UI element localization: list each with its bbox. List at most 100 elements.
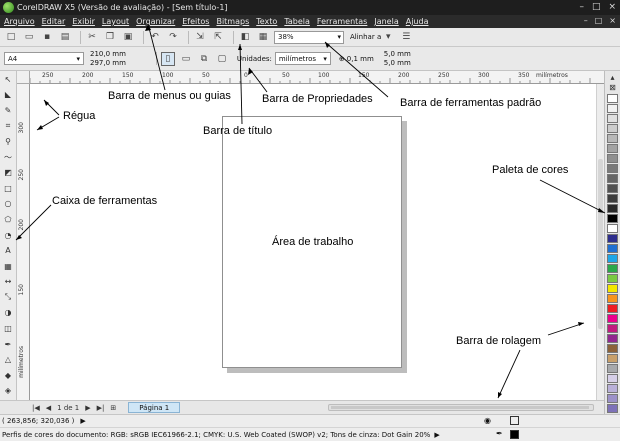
color-swatch[interactable] [607,244,618,253]
color-swatch[interactable] [607,114,618,123]
chevron-up-icon[interactable]: ▴ [606,73,619,82]
color-swatch[interactable] [607,304,618,313]
snap-to-dropdown[interactable]: Alinhar a [350,33,381,41]
pick-tool-icon[interactable]: ↖ [2,73,15,86]
doc-minimize-button[interactable]: – [584,16,588,25]
portrait-icon[interactable]: ▯ [160,51,175,66]
paste-icon[interactable]: ▣ [121,30,135,44]
play-icon[interactable]: ▶ [434,431,439,439]
horizontal-scrollbar[interactable] [328,404,594,411]
smart-fill-tool-icon[interactable]: ◩ [2,166,15,179]
close-button[interactable]: × [608,2,616,12]
nudge-distance-field[interactable]: 0,1 mm [347,55,374,63]
color-swatch[interactable] [607,354,618,363]
vertical-ruler[interactable]: 300 250 200 150 milímetros [17,84,30,400]
color-swatch[interactable] [607,124,618,133]
welcome-screen-icon[interactable]: ▦ [256,30,270,44]
eyedropper-tool-icon[interactable]: ✒ [2,338,15,351]
menu-texto[interactable]: Texto [256,17,277,26]
color-swatch[interactable] [607,264,618,273]
menu-efeitos[interactable]: Efeitos [182,17,209,26]
menu-ferramentas[interactable]: Ferramentas [317,17,367,26]
horizontal-scroll-thumb[interactable] [331,406,589,409]
color-swatch[interactable] [607,254,618,263]
doc-restore-button[interactable]: □ [595,16,603,25]
color-swatch[interactable] [607,274,618,283]
color-swatch[interactable] [607,234,618,243]
play-icon[interactable]: ▶ [80,417,85,425]
new-document-icon[interactable]: □ [4,30,18,44]
no-color-icon[interactable]: ⊠ [606,83,619,92]
page-size-select[interactable]: A4 ▾ [4,52,84,65]
menu-editar[interactable]: Editar [42,17,66,26]
outline-tool-icon[interactable]: △ [2,353,15,366]
color-swatch[interactable] [607,94,618,103]
zoom-level-select[interactable]: 38% ▾ [274,30,344,44]
color-profile-info[interactable]: Perfis de cores do documento: RGB: sRGB … [2,431,430,439]
redo-icon[interactable]: ↷ [166,30,180,44]
shape-tool-icon[interactable]: ◣ [2,89,15,102]
menu-bitmaps[interactable]: Bitmaps [216,17,249,26]
color-swatch[interactable] [607,294,618,303]
menu-janela[interactable]: Janela [374,17,398,26]
undo-icon[interactable]: ↶ [148,30,162,44]
color-swatch[interactable] [607,104,618,113]
page-width-field[interactable]: 210,0 mm [90,50,126,59]
vertical-scrollbar[interactable] [596,84,604,400]
horizontal-ruler[interactable]: 250 200 150 100 50 0 50 100 150 200 250 … [30,71,604,84]
color-swatch[interactable] [607,164,618,173]
dimension-tool-icon[interactable]: ↔ [2,276,15,289]
doc-close-button[interactable]: × [609,16,616,25]
outline-indicator[interactable] [510,430,519,439]
color-swatch[interactable] [607,214,618,223]
vertical-scroll-thumb[interactable] [598,159,603,329]
color-swatch[interactable] [607,334,618,343]
first-page-icon[interactable]: |◀ [32,404,40,412]
interactive-fill-tool-icon[interactable]: ◈ [2,385,15,398]
fill-tool-icon[interactable]: ◆ [2,369,15,382]
last-page-icon[interactable]: ▶| [97,404,105,412]
duplicate-x-field[interactable]: 5,0 mm [384,50,411,59]
page-tab[interactable]: Página 1 [128,402,181,413]
color-swatch[interactable] [607,154,618,163]
color-swatch[interactable] [607,314,618,323]
text-tool-icon[interactable]: A [2,244,15,257]
menu-layout[interactable]: Layout [102,17,129,26]
blend-tool-icon[interactable]: ◑ [2,307,15,320]
ruler-origin[interactable] [17,71,30,84]
color-swatch[interactable] [607,284,618,293]
table-tool-icon[interactable]: ▦ [2,260,15,273]
print-icon[interactable]: ▤ [58,30,72,44]
landscape-icon[interactable]: ▭ [179,52,193,66]
polygon-tool-icon[interactable]: ⬠ [2,213,15,226]
application-launcher-icon[interactable]: ◧ [238,30,252,44]
add-page-icon[interactable]: ⊞ [110,404,116,412]
zoom-tool-icon[interactable]: ⚲ [2,135,15,148]
save-icon[interactable]: ▪ [40,30,54,44]
connector-tool-icon[interactable]: ⤡ [2,291,15,304]
export-icon[interactable]: ⇱ [211,30,225,44]
color-swatch[interactable] [607,324,618,333]
options-icon[interactable]: ☰ [399,30,413,44]
color-swatch[interactable] [607,174,618,183]
fill-indicator[interactable] [510,416,519,425]
color-swatch[interactable] [607,224,618,233]
color-swatch[interactable] [607,194,618,203]
import-icon[interactable]: ⇲ [193,30,207,44]
duplicate-y-field[interactable]: 5,0 mm [384,59,411,68]
crop-tool-icon[interactable]: ⌗ [2,120,15,133]
next-page-icon[interactable]: ▶ [85,404,90,412]
transparency-tool-icon[interactable]: ◫ [2,322,15,335]
maximize-button[interactable]: □ [592,2,601,12]
current-page-icon[interactable]: ▢ [215,52,229,66]
rectangle-tool-icon[interactable]: □ [2,182,15,195]
color-swatch[interactable] [607,404,618,413]
color-swatch[interactable] [607,184,618,193]
color-swatch[interactable] [607,344,618,353]
minimize-button[interactable]: – [579,2,584,12]
units-select[interactable]: milímetros ▾ [274,52,331,65]
open-folder-icon[interactable]: ▭ [22,30,36,44]
ellipse-tool-icon[interactable]: ○ [2,198,15,211]
color-swatch[interactable] [607,384,618,393]
color-swatch[interactable] [607,394,618,403]
